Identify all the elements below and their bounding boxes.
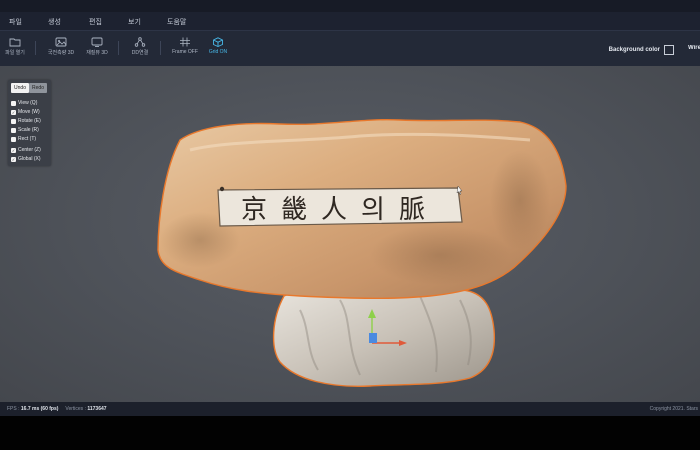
global-space-option[interactable]: ✓ Global (X) [11,156,41,162]
3d-viewport[interactable]: 京畿人의脈 Undo Redo View (Q) ✓ Move (W) Rotat… [0,66,700,402]
toolbar-separator [160,41,161,55]
menu-bar: 파일 생성 편집 보기 도움말 [0,12,700,30]
dim3d-button[interactable]: 국전측량 3D [46,37,76,56]
checkbox-checked[interactable]: ✓ [11,156,16,162]
stats-readout: FPS : 16.7 ms (60 fps) Vertices : 117364… [7,406,107,412]
toolbar-separator [35,41,36,55]
inscription-text: 京畿人의脈 [241,195,439,225]
menu-view[interactable]: 보기 [128,17,141,27]
fps-label: FPS : [7,406,20,412]
background-color-label: Background color [608,47,660,53]
frame-toggle-button[interactable]: Frame OFF [170,37,200,55]
copyright-text: Copyright 2021. Stars [649,406,698,412]
grid-icon [180,37,190,47]
checkbox[interactable] [11,100,16,106]
cube-icon [213,37,223,47]
folder-icon [9,38,21,47]
background-color-control[interactable]: Background color [609,45,674,55]
tool-panel: Undo Redo View (Q) ✓ Move (W) Rotate (E) … [8,80,51,166]
checkbox[interactable] [11,118,16,124]
center-pivot-option[interactable]: ✓ Center (Z) [11,147,41,153]
rect-mode-option[interactable]: Rect (T) [11,136,36,142]
checkbox-checked[interactable]: ✓ [11,147,16,153]
undo-button[interactable]: Undo [11,83,29,93]
undo-redo-group: Undo Redo [11,83,47,93]
redo-button[interactable]: Redo [29,83,47,93]
grid-toggle-button[interactable]: Grid ON [205,37,231,55]
menu-create[interactable]: 생성 [48,17,61,27]
graph-button[interactable]: DD연결 [128,37,152,56]
window-titlebar [0,0,700,12]
open-file-button[interactable]: 파일 열기 [4,37,26,56]
plaque-anchor [219,186,225,192]
stone-stain [370,225,510,285]
vertices-value: 1173647 [87,406,107,412]
stone-stain [490,150,550,250]
toolbar: 파일 열기 국전측량 3D 재질뷰 3D DD연결 Frame OFF Grid… [0,30,700,66]
menu-edit[interactable]: 편집 [89,17,102,27]
checkbox[interactable] [11,136,16,142]
scale-mode-option[interactable]: Scale (R) [11,127,39,133]
gizmo-z-handle[interactable] [369,333,377,343]
scene-canvas: 京畿人의脈 [157,118,567,387]
fps-value: 16.7 ms (60 fps) [20,406,59,412]
image-icon [55,37,67,47]
status-bar: FPS : 16.7 ms (60 fps) Vertices : 117364… [0,402,700,416]
display3d-button[interactable]: 재질뷰 3D [84,37,110,56]
node-graph-icon [134,37,146,47]
rotate-mode-option[interactable]: Rotate (E) [11,118,41,124]
checkbox[interactable] [11,127,16,133]
menu-file[interactable]: 파일 [9,17,22,27]
bottom-letterbox [0,416,700,450]
move-mode-option[interactable]: ✓ Move (W) [11,109,40,115]
background-color-swatch[interactable] [664,45,674,55]
checkbox-checked[interactable]: ✓ [11,109,16,115]
menu-help[interactable]: 도움말 [167,17,186,27]
wireframe-label[interactable]: Wiref [688,45,700,51]
view-mode-option[interactable]: View (Q) [11,100,37,106]
toolbar-separator [118,41,119,55]
vertices-label: Vertices : [65,406,86,412]
monitor-icon [91,37,103,47]
